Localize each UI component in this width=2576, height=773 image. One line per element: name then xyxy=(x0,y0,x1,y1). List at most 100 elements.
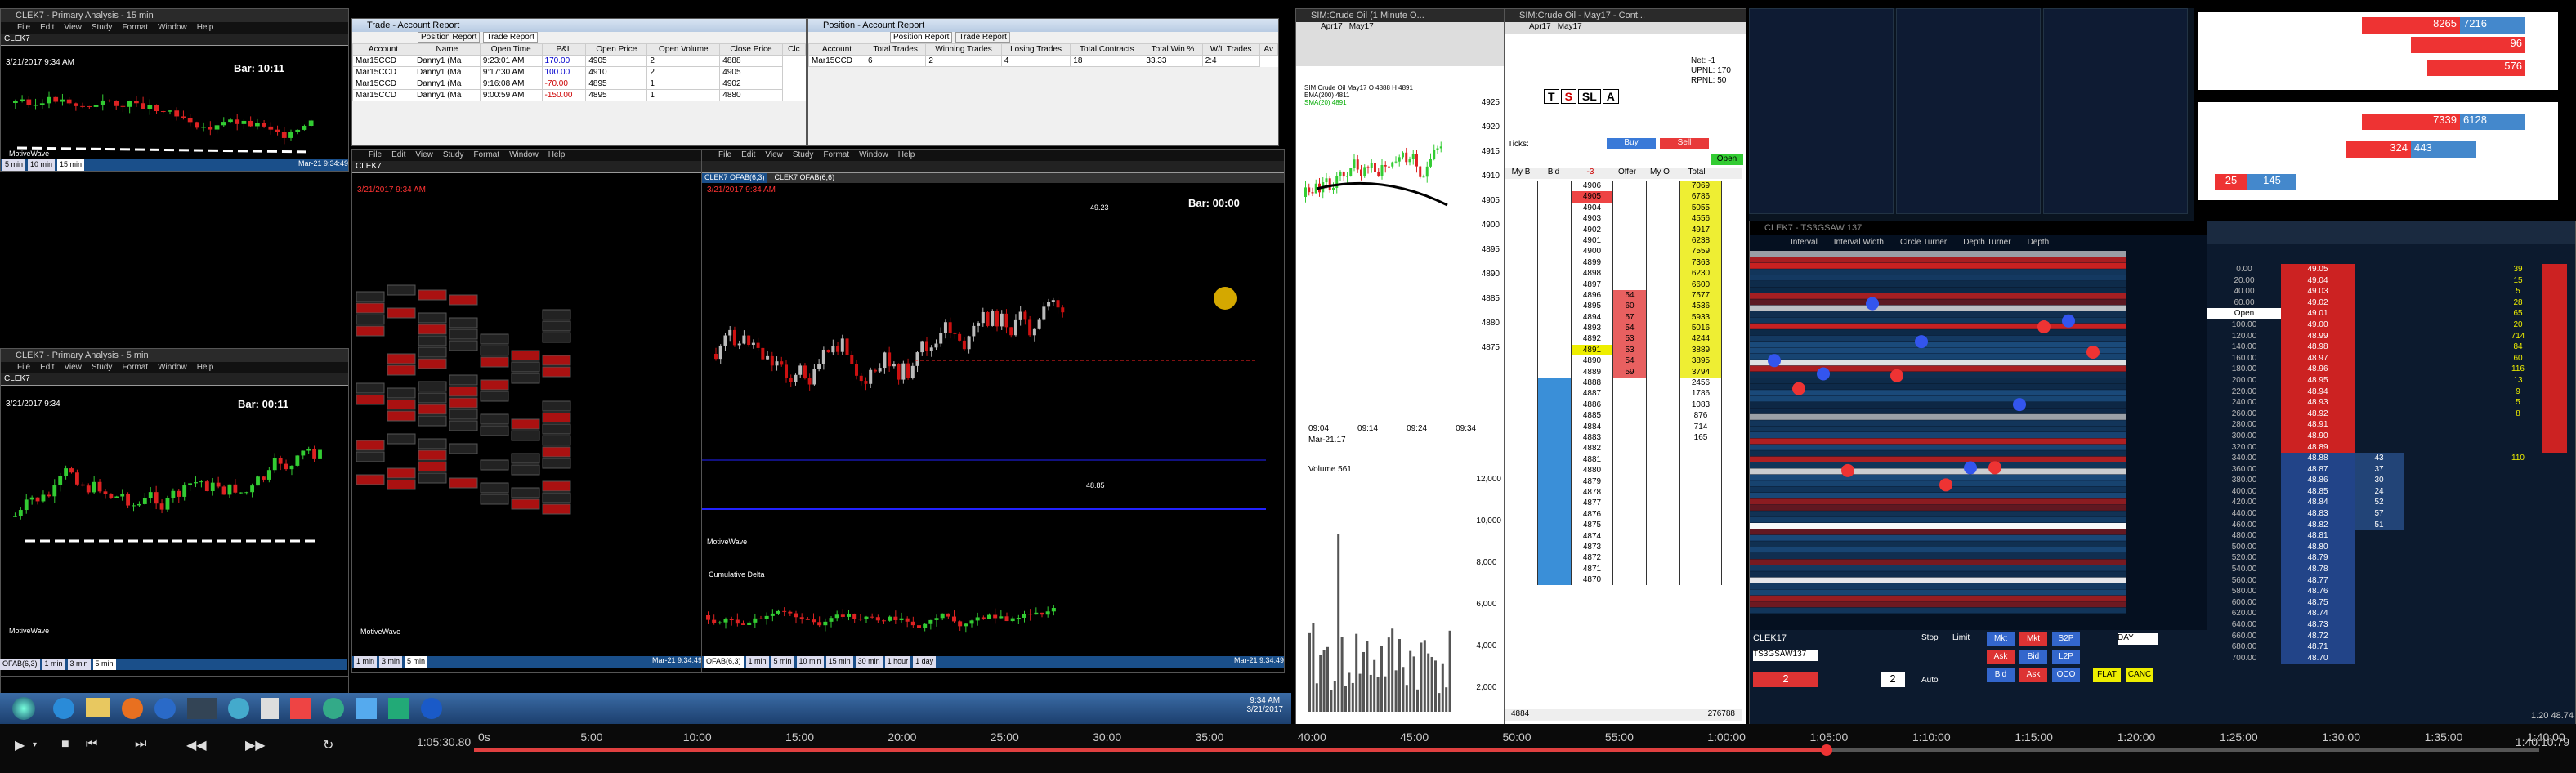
trade-col-7[interactable]: Clc xyxy=(781,43,806,56)
my-bid-cell[interactable] xyxy=(1505,257,1538,269)
bid-cell[interactable] xyxy=(1538,355,1572,367)
rewind-icon[interactable]: ◀◀ xyxy=(186,737,207,753)
bid-volume-cell[interactable] xyxy=(2355,297,2404,309)
dom-row[interactable]: 4885 876 xyxy=(1505,410,1742,422)
my-offer-cell[interactable] xyxy=(1647,486,1680,498)
ask-volume-cell[interactable] xyxy=(2493,608,2542,619)
dom-row[interactable]: 4887 1786 xyxy=(1505,388,1742,400)
my-offer-cell[interactable] xyxy=(1647,289,1680,302)
my-bid-cell[interactable] xyxy=(1505,202,1538,214)
offer-cell[interactable] xyxy=(1613,508,1647,521)
bid-cell[interactable] xyxy=(1538,563,1572,575)
bid-cell[interactable] xyxy=(1538,333,1572,345)
bid-volume-cell[interactable] xyxy=(2355,653,2404,664)
menu-window[interactable]: Window xyxy=(158,362,187,373)
bid-volume-cell[interactable] xyxy=(2355,597,2404,609)
chart-toolbar[interactable] xyxy=(702,161,1284,173)
dom-row[interactable]: 4870 xyxy=(1505,574,1742,586)
offer-cell[interactable] xyxy=(1613,213,1647,225)
dom-row[interactable]: 520.00 48.79 xyxy=(2207,552,2575,565)
tab-ofab[interactable]: OFAB(6,3) xyxy=(0,659,40,670)
dom-row[interactable]: 380.00 48.86 30 xyxy=(2207,475,2575,486)
my-offer-cell[interactable] xyxy=(1647,574,1680,586)
bid-cell[interactable] xyxy=(1538,508,1572,521)
interval-control[interactable]: Interval xyxy=(1791,235,1818,251)
my-bid-cell[interactable] xyxy=(1505,323,1538,334)
bid-cell[interactable] xyxy=(1538,431,1572,444)
timeline-knob[interactable] xyxy=(1821,744,1833,756)
bid-cell[interactable] xyxy=(1538,476,1572,487)
my-offer-cell[interactable] xyxy=(1647,388,1680,400)
my-offer-cell[interactable] xyxy=(1647,301,1680,312)
ask-volume-cell[interactable]: 714 xyxy=(2493,331,2542,342)
bid-cell[interactable] xyxy=(1538,301,1572,312)
ask-volume-cell[interactable] xyxy=(2493,653,2542,664)
offer-cell[interactable] xyxy=(1613,443,1647,454)
my-bid-cell[interactable] xyxy=(1505,311,1538,324)
my-bid-cell[interactable] xyxy=(1505,399,1538,411)
menu-view[interactable]: View xyxy=(64,362,82,373)
dom-row[interactable]: 4903 4556 xyxy=(1505,213,1742,225)
menu-study[interactable]: Study xyxy=(443,150,464,161)
bid-cell[interactable] xyxy=(1538,279,1572,290)
offer-cell[interactable] xyxy=(1613,410,1647,422)
my-offer-cell[interactable] xyxy=(1647,311,1680,324)
order-button-flat[interactable]: FLAT xyxy=(2093,668,2121,682)
offer-cell[interactable] xyxy=(1613,541,1647,553)
dom-row[interactable]: 4889 59 3794 xyxy=(1505,366,1742,378)
tab-5min[interactable]: 5 min xyxy=(771,656,794,668)
bid-cell[interactable] xyxy=(1538,366,1572,378)
my-bid-cell[interactable] xyxy=(1505,520,1538,531)
bid-cell[interactable] xyxy=(1538,552,1572,564)
excel-icon[interactable] xyxy=(388,698,409,719)
pos-col-2[interactable]: Winning Trades xyxy=(925,43,1002,56)
dom-row[interactable]: 4895 60 4536 xyxy=(1505,301,1742,312)
my-bid-cell[interactable] xyxy=(1505,541,1538,553)
menu-edit[interactable]: Edit xyxy=(40,22,54,34)
dom-row[interactable]: 4884 714 xyxy=(1505,421,1742,432)
my-bid-cell[interactable] xyxy=(1505,213,1538,225)
bid-volume-cell[interactable]: 24 xyxy=(2355,485,2404,498)
order-button-ask[interactable]: Ask xyxy=(2019,668,2047,682)
my-offer-cell[interactable] xyxy=(1647,541,1680,553)
bid-cell[interactable] xyxy=(1538,486,1572,498)
tif-select[interactable]: DAY xyxy=(2118,633,2158,645)
my-bid-cell[interactable] xyxy=(1505,454,1538,466)
my-offer-cell[interactable] xyxy=(1647,235,1680,247)
menu-window[interactable]: Window xyxy=(158,22,187,34)
volume-dropdown-icon[interactable]: ▾ xyxy=(33,740,37,749)
bid-volume-cell[interactable] xyxy=(2355,409,2404,420)
trade-col-3[interactable]: P&L xyxy=(541,43,587,56)
month-apr[interactable]: Apr17 xyxy=(1321,22,1343,34)
dom-row[interactable]: 640.00 48.73 xyxy=(2207,619,2575,631)
order-button-canc[interactable]: CANC xyxy=(2126,668,2153,682)
dom-row[interactable]: 4878 xyxy=(1505,486,1742,498)
dom-row[interactable]: 600.00 48.75 xyxy=(2207,597,2575,609)
my-bid-cell[interactable] xyxy=(1505,431,1538,444)
offer-cell[interactable] xyxy=(1613,431,1647,444)
order-button-oco[interactable]: OCO xyxy=(2052,668,2080,682)
trade-col-4[interactable]: Open Price xyxy=(585,43,648,56)
menu-help[interactable]: Help xyxy=(548,150,566,161)
my-offer-cell[interactable] xyxy=(1647,181,1680,192)
menu-file[interactable]: File xyxy=(17,22,30,34)
dom-row[interactable]: 4894 57 5933 xyxy=(1505,311,1742,324)
menu-study[interactable]: Study xyxy=(793,150,814,161)
tab-15min[interactable]: 15 min xyxy=(57,159,85,171)
bid-volume-cell[interactable] xyxy=(2355,619,2404,631)
my-bid-cell[interactable] xyxy=(1505,268,1538,279)
my-bid-cell[interactable] xyxy=(1505,498,1538,509)
my-offer-cell[interactable] xyxy=(1647,191,1680,203)
ask-volume-cell[interactable] xyxy=(2493,530,2542,542)
open-button[interactable]: Open xyxy=(1711,154,1743,165)
month-apr[interactable]: Apr17 xyxy=(1529,22,1551,34)
ask-volume-cell[interactable] xyxy=(2493,641,2542,653)
offer-cell[interactable] xyxy=(1613,574,1647,586)
teamviewer-icon[interactable] xyxy=(421,698,442,719)
puzzle-icon[interactable] xyxy=(356,698,377,719)
my-offer-cell[interactable] xyxy=(1647,202,1680,214)
bid-cell[interactable] xyxy=(1538,388,1572,400)
bid-volume-cell[interactable] xyxy=(2355,530,2404,542)
offer-cell[interactable] xyxy=(1613,486,1647,498)
dom-row[interactable]: 200.00 48.95 13 xyxy=(2207,374,2575,386)
